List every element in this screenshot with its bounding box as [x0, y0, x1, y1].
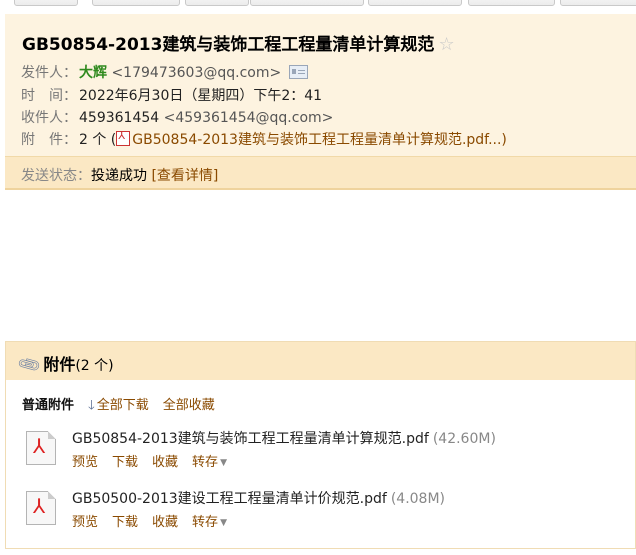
time-label: 时 间： [21, 88, 77, 104]
attachment-item: ⅄ GB50854-2013建筑与装饰工程工程量清单计算规范.pdf (42.60… [22, 428, 622, 478]
attachment-filename[interactable]: GB50854-2013建筑与装饰工程工程量清单计算规范.pdf [72, 431, 429, 447]
status-detail-link[interactable]: [查看详情] [151, 168, 218, 184]
chevron-down-icon[interactable]: ▼ [220, 458, 227, 468]
chevron-down-icon[interactable]: ▼ [220, 518, 227, 528]
attachments-title: 附件 [43, 355, 76, 374]
attachment-name: GB50500-2013建设工程工程量清单计价规范.pdf (4.08M) [72, 488, 445, 508]
collect-link[interactable]: 收藏 [152, 515, 178, 530]
attachments-row: 附 件：2 个 ( GB50854-2013建筑与装饰工程工程量清单计算规范.pd… [21, 129, 507, 149]
subject-text: GB50854-2013建筑与装饰工程工程量清单计算规范 [22, 35, 435, 55]
sender-row: 发件人： 大辉 <179473603@qq.com> [21, 62, 309, 82]
toolbar-button-move[interactable] [560, 0, 636, 6]
pdf-file-icon[interactable]: ⅄ [26, 431, 56, 465]
preview-link[interactable]: 预览 [72, 515, 98, 530]
collect-all-link[interactable]: 全部收藏 [163, 398, 215, 413]
attachments-toolbar: 普通附件 🡓 全部下载 全部收藏 [22, 394, 215, 418]
email-header: GB50854-2013建筑与装饰工程工程量清单计算规范 ☆ 发件人： 大辉 <17… [5, 14, 636, 156]
attachment-filename[interactable]: GB50500-2013建设工程工程量清单计价规范.pdf [72, 491, 387, 507]
toolbar-button-back[interactable] [14, 0, 78, 6]
attachments-total: (2 个) [75, 358, 114, 374]
recipient-row: 收件人： 459361454 <459361454@qq.com> [21, 107, 333, 127]
delivery-status-bar: 发送状态：投递成功 [查看详情] [5, 156, 636, 190]
email-subject: GB50854-2013建筑与装饰工程工程量清单计算规范 ☆ [22, 30, 455, 55]
time-row: 时 间： 2022年6月30日（星期四）下午2：41 [21, 85, 322, 105]
attachments-label: 附 件： [21, 132, 77, 148]
sender-address[interactable]: <179473603@qq.com> [111, 65, 281, 81]
download-link[interactable]: 下载 [112, 515, 138, 530]
preview-link[interactable]: 预览 [72, 455, 98, 470]
recipient-address[interactable]: <459361454@qq.com> [164, 110, 334, 126]
attachment-size: (4.08M) [390, 491, 446, 507]
attachment-name: GB50854-2013建筑与装饰工程工程量清单计算规范.pdf (42.60M) [72, 428, 496, 448]
attachments-section: 📎︎附件(2 个) 普通附件 🡓 全部下载 全部收藏 ⅄ GB50854-2013建筑… [5, 341, 636, 549]
download-all-link[interactable]: 全部下载 [97, 398, 149, 413]
recipient-name[interactable]: 459361454 [79, 110, 159, 126]
attachment-actions: 预览 下载 收藏 转存 ▼ [72, 451, 227, 470]
recipient-label: 收件人： [21, 110, 77, 126]
sender-name[interactable]: 大辉 [79, 65, 107, 81]
attachment-size: (42.60M) [432, 431, 496, 447]
download-link[interactable]: 下载 [112, 455, 138, 470]
toolbar [0, 0, 636, 10]
sender-label: 发件人： [21, 65, 77, 81]
attachments-count: 2 个 ( [79, 132, 117, 148]
pdf-icon [116, 129, 131, 146]
toolbar-button-reply[interactable] [92, 0, 180, 6]
attachment-actions: 预览 下载 收藏 转存 ▼ [72, 511, 227, 530]
toolbar-button-forward[interactable] [250, 0, 364, 6]
normal-attachments-label: 普通附件 [22, 398, 75, 413]
transfer-link[interactable]: 转存 [192, 455, 218, 470]
attachment-item: ⅄ GB50500-2013建设工程工程量清单计价规范.pdf (4.08M) 预… [22, 488, 622, 538]
status-label: 发送状态： [21, 168, 91, 184]
toolbar-button-reply-all[interactable] [185, 0, 249, 6]
contact-card-icon[interactable] [289, 65, 309, 79]
attachment-link[interactable]: GB50854-2013建筑与装饰工程工程量清单计算规范.pdf...) [132, 132, 507, 148]
paperclip-icon: 📎︎ [15, 351, 43, 378]
attachments-header: 📎︎附件(2 个) [6, 342, 635, 380]
pdf-file-icon[interactable]: ⅄ [26, 491, 56, 525]
toolbar-button-delete[interactable] [368, 0, 462, 6]
status-value: 投递成功 [91, 168, 147, 184]
transfer-link[interactable]: 转存 [192, 515, 218, 530]
star-icon[interactable]: ☆ [438, 34, 454, 55]
time-value: 2022年6月30日（星期四）下午2：41 [79, 88, 323, 104]
toolbar-button-more[interactable] [468, 0, 555, 6]
collect-link[interactable]: 收藏 [152, 455, 178, 470]
download-arrow-icon: 🡓 [88, 398, 95, 413]
